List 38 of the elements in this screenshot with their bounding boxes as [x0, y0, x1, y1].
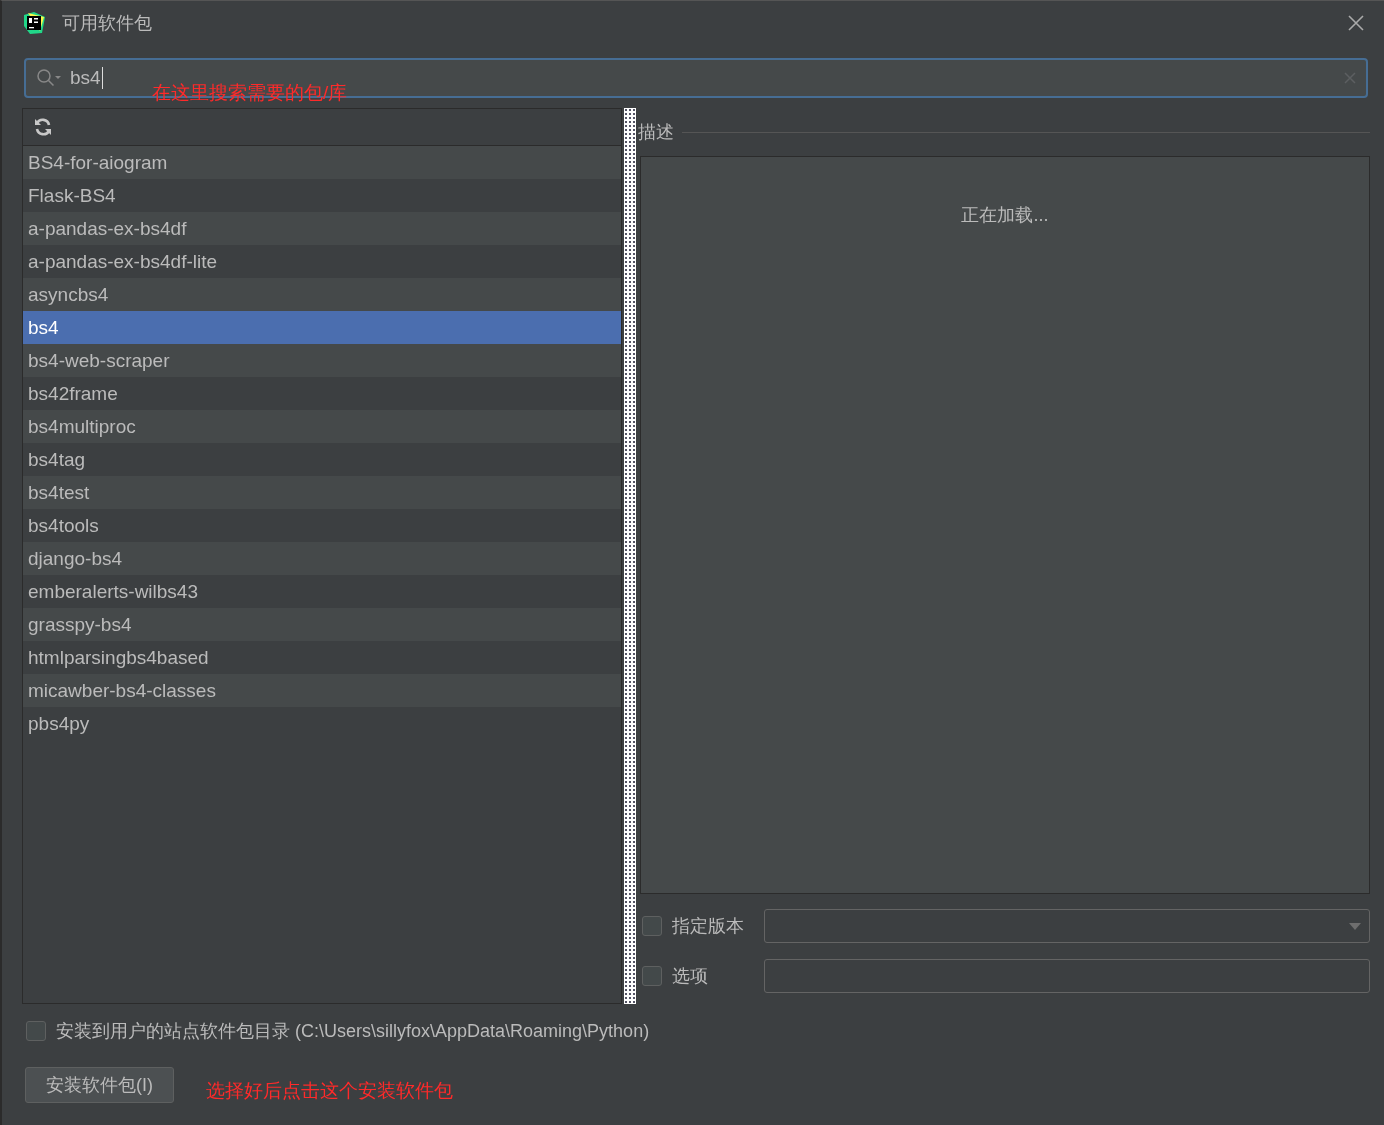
refresh-icon[interactable] — [33, 117, 53, 137]
package-item[interactable]: bs4multiproc — [23, 410, 621, 443]
package-item[interactable]: a-pandas-ex-bs4df-lite — [23, 245, 621, 278]
annotation-text: 选择好后点击这个安装软件包 — [206, 1079, 453, 1103]
package-item[interactable]: emberalerts-wilbs43 — [23, 575, 621, 608]
checkbox[interactable] — [642, 966, 662, 986]
package-item[interactable]: a-pandas-ex-bs4df — [23, 212, 621, 245]
version-dropdown[interactable] — [764, 909, 1370, 943]
options-input[interactable] — [764, 959, 1370, 993]
close-icon[interactable] — [1348, 15, 1364, 31]
package-item[interactable]: bs4tools — [23, 509, 621, 542]
package-item[interactable]: bs4 — [23, 311, 621, 344]
option-label: 选项 — [672, 965, 709, 988]
window-title: 可用软件包 — [62, 12, 153, 35]
package-item[interactable]: bs4test — [23, 476, 621, 509]
package-item[interactable]: Flask-BS4 — [23, 179, 621, 212]
search-icon — [36, 68, 62, 88]
package-item[interactable]: htmlparsingbs4based — [23, 641, 621, 674]
loading-text: 正在加载... — [961, 204, 1049, 227]
package-item[interactable]: pbs4py — [23, 707, 621, 740]
package-item[interactable]: bs4-web-scraper — [23, 344, 621, 377]
package-item[interactable]: bs42frame — [23, 377, 621, 410]
caret-icon — [1349, 922, 1361, 930]
checkbox-label: 安装到用户的站点软件包目录 (C:\Users\sillyfox\AppData\Roaming\Python) — [56, 1020, 650, 1043]
package-item[interactable]: bs4tag — [23, 443, 621, 476]
install-button[interactable]: 安装软件包(I) — [25, 1067, 174, 1103]
package-item[interactable]: BS4-for-aiogram — [23, 146, 621, 179]
package-item[interactable]: micawber-bs4-classes — [23, 674, 621, 707]
app-logo — [22, 11, 46, 35]
section-title: 描述 — [638, 121, 674, 144]
checkbox[interactable] — [26, 1021, 46, 1041]
package-item[interactable]: django-bs4 — [23, 542, 621, 575]
search-text: bs4 — [70, 67, 103, 89]
splitter-handle[interactable] — [624, 108, 636, 1004]
checkbox[interactable] — [642, 916, 662, 936]
package-item[interactable]: asyncbs4 — [23, 278, 621, 311]
package-item[interactable]: grasspy-bs4 — [23, 608, 621, 641]
option-label: 指定版本 — [672, 915, 745, 938]
